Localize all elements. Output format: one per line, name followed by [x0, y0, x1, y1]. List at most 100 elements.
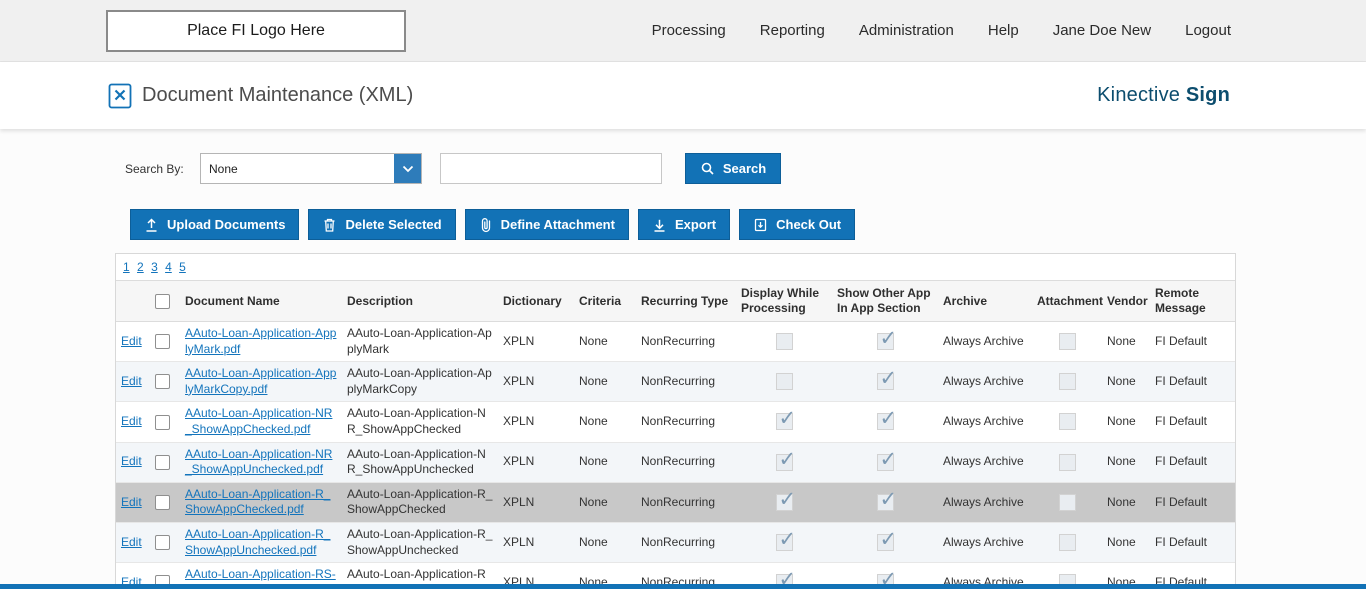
description-cell: AAuto-Loan-Application-ApplyMarkCopy	[342, 362, 498, 402]
export-button[interactable]: Export	[638, 209, 730, 240]
col-display-while-processing: Display While Processing	[736, 281, 832, 322]
criteria-cell: None	[574, 522, 636, 562]
page-link-5[interactable]: 5	[179, 260, 186, 274]
col-show-other-app: Show Other App In App Section	[832, 281, 938, 322]
criteria-cell: None	[574, 362, 636, 402]
nav-user-jane-doe-new[interactable]: Jane Doe New	[1053, 22, 1151, 39]
document-name-link[interactable]: AAuto-Loan-Application-R_ShowAppUnchecke…	[185, 527, 330, 557]
paperclip-icon	[479, 217, 493, 233]
dictionary-cell: XPLN	[498, 522, 574, 562]
delete-selected-button[interactable]: Delete Selected	[308, 209, 455, 240]
display-while-processing-checkbox[interactable]	[776, 454, 793, 471]
select-cell	[150, 482, 180, 522]
edit-link[interactable]: Edit	[121, 454, 142, 468]
attachment-checkbox[interactable]	[1059, 333, 1076, 350]
display-while-processing-cell	[736, 362, 832, 402]
attachment-checkbox[interactable]	[1059, 454, 1076, 471]
criteria-cell: None	[574, 402, 636, 442]
select-cell	[150, 362, 180, 402]
show-other-app-checkbox[interactable]	[877, 333, 894, 350]
display-while-processing-checkbox[interactable]	[776, 494, 793, 511]
display-while-processing-checkbox[interactable]	[776, 333, 793, 350]
select-cell	[150, 442, 180, 482]
edit-link[interactable]: Edit	[121, 414, 142, 428]
document-name-link[interactable]: AAuto-Loan-Application-ApplyMarkCopy.pdf	[185, 366, 336, 396]
attachment-cell	[1032, 522, 1102, 562]
document-name-link[interactable]: AAuto-Loan-Application-NR_ShowAppChecked…	[185, 406, 332, 436]
table-row[interactable]: Edit AAuto-Loan-Application-R_ShowAppChec…	[116, 482, 1235, 522]
document-name-link[interactable]: AAuto-Loan-Application-R_ShowAppChecked.…	[185, 487, 330, 517]
search-input[interactable]	[440, 153, 662, 184]
select-all-checkbox[interactable]	[155, 294, 170, 309]
chevron-down-icon[interactable]	[394, 154, 421, 183]
nav-administration[interactable]: Administration	[859, 22, 954, 39]
table-row[interactable]: Edit AAuto-Loan-Application-ApplyMarkCopy…	[116, 362, 1235, 402]
attachment-cell	[1032, 322, 1102, 362]
upload-documents-button[interactable]: Upload Documents	[130, 209, 299, 240]
edit-cell: Edit	[116, 402, 150, 442]
show-other-app-checkbox[interactable]	[877, 454, 894, 471]
edit-link[interactable]: Edit	[121, 334, 142, 348]
select-cell	[150, 522, 180, 562]
download-icon	[652, 217, 667, 233]
attachment-checkbox[interactable]	[1059, 494, 1076, 511]
documents-grid: 1 2 3 4 5 Document Name Description Dict…	[115, 253, 1236, 589]
edit-link[interactable]: Edit	[121, 495, 142, 509]
row-checkbox[interactable]	[155, 374, 170, 389]
attachment-checkbox[interactable]	[1059, 373, 1076, 390]
row-checkbox[interactable]	[155, 495, 170, 510]
page-link-4[interactable]: 4	[165, 260, 172, 274]
dictionary-cell: XPLN	[498, 362, 574, 402]
show-other-app-checkbox[interactable]	[877, 413, 894, 430]
nav-reporting[interactable]: Reporting	[760, 22, 825, 39]
show-other-app-checkbox[interactable]	[877, 534, 894, 551]
search-by-dropdown[interactable]: None	[200, 153, 422, 184]
page-link-1[interactable]: 1	[123, 260, 130, 274]
show-other-app-checkbox[interactable]	[877, 373, 894, 390]
show-other-app-checkbox[interactable]	[877, 494, 894, 511]
description-cell: AAuto-Loan-Application-ApplyMark	[342, 322, 498, 362]
document-name-cell: AAuto-Loan-Application-R_ShowAppChecked.…	[180, 482, 342, 522]
attachment-checkbox[interactable]	[1059, 413, 1076, 430]
display-while-processing-checkbox[interactable]	[776, 413, 793, 430]
col-recurring-type: Recurring Type	[636, 281, 736, 322]
edit-link[interactable]: Edit	[121, 535, 142, 549]
search-button[interactable]: Search	[685, 153, 781, 184]
table-row[interactable]: Edit AAuto-Loan-Application-NR_ShowAppChe…	[116, 402, 1235, 442]
document-name-link[interactable]: AAuto-Loan-Application-NR_ShowAppUncheck…	[185, 447, 332, 477]
top-bar: Place FI Logo Here Processing Reporting …	[0, 0, 1366, 62]
define-attachment-button[interactable]: Define Attachment	[465, 209, 629, 240]
select-cell	[150, 322, 180, 362]
edit-link[interactable]: Edit	[121, 374, 142, 388]
display-while-processing-cell	[736, 402, 832, 442]
criteria-cell: None	[574, 442, 636, 482]
fi-logo-placeholder: Place FI Logo Here	[106, 10, 406, 52]
nav-logout[interactable]: Logout	[1185, 22, 1231, 39]
attachment-checkbox[interactable]	[1059, 534, 1076, 551]
table-row[interactable]: Edit AAuto-Loan-Application-NR_ShowAppUnc…	[116, 442, 1235, 482]
brand-suffix: Sign	[1186, 84, 1230, 106]
document-name-cell: AAuto-Loan-Application-NR_ShowAppUncheck…	[180, 442, 342, 482]
document-name-link[interactable]: AAuto-Loan-Application-ApplyMark.pdf	[185, 326, 336, 356]
show-other-app-cell	[832, 482, 938, 522]
page-link-3[interactable]: 3	[151, 260, 158, 274]
row-checkbox[interactable]	[155, 455, 170, 470]
nav-processing[interactable]: Processing	[652, 22, 726, 39]
row-checkbox[interactable]	[155, 334, 170, 349]
row-checkbox[interactable]	[155, 535, 170, 550]
dictionary-cell: XPLN	[498, 402, 574, 442]
remote-message-cell: FI Default	[1150, 322, 1235, 362]
table-row[interactable]: Edit AAuto-Loan-Application-R_ShowAppUnch…	[116, 522, 1235, 562]
nav-help[interactable]: Help	[988, 22, 1019, 39]
display-while-processing-checkbox[interactable]	[776, 534, 793, 551]
col-document-name: Document Name	[180, 281, 342, 322]
display-while-processing-checkbox[interactable]	[776, 373, 793, 390]
row-checkbox[interactable]	[155, 415, 170, 430]
page-link-2[interactable]: 2	[137, 260, 144, 274]
recurring-type-cell: NonRecurring	[636, 402, 736, 442]
recurring-type-cell: NonRecurring	[636, 362, 736, 402]
brand-logo: Kinective Sign	[1097, 84, 1230, 107]
table-row[interactable]: Edit AAuto-Loan-Application-ApplyMark.pdf…	[116, 322, 1235, 362]
criteria-cell: None	[574, 322, 636, 362]
check-out-button[interactable]: Check Out	[739, 209, 855, 240]
